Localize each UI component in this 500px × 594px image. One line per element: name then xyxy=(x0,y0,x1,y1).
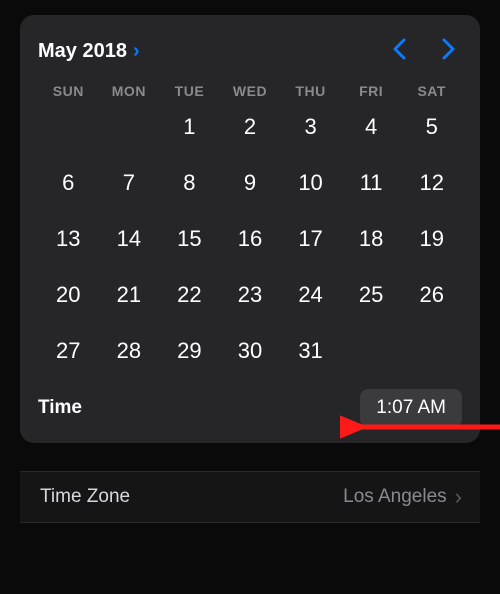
weekday-tue: TUE xyxy=(159,83,220,99)
day-7[interactable]: 7 xyxy=(99,161,160,205)
day-9[interactable]: 9 xyxy=(220,161,281,205)
day-1[interactable]: 1 xyxy=(159,105,220,149)
day-20[interactable]: 20 xyxy=(38,273,99,317)
day-16[interactable]: 16 xyxy=(220,217,281,261)
day-27[interactable]: 27 xyxy=(38,329,99,373)
day-29[interactable]: 29 xyxy=(159,329,220,373)
day-24[interactable]: 24 xyxy=(280,273,341,317)
prev-month-button[interactable] xyxy=(386,37,412,65)
weekday-fri: FRI xyxy=(341,83,402,99)
time-value-button[interactable]: 1:07 AM xyxy=(360,389,462,427)
day-26[interactable]: 26 xyxy=(401,273,462,317)
day-30[interactable]: 30 xyxy=(220,329,281,373)
day-5[interactable]: 5 xyxy=(401,105,462,149)
day-17[interactable]: 17 xyxy=(280,217,341,261)
month-year-label: May 2018 xyxy=(38,40,127,63)
weekday-wed: WED xyxy=(220,83,281,99)
weekday-row: SUNMONTUEWEDTHUFRISAT xyxy=(38,83,462,99)
day-4[interactable]: 4 xyxy=(341,105,402,149)
day-10[interactable]: 10 xyxy=(280,161,341,205)
time-row: Time 1:07 AM xyxy=(38,389,462,427)
day-23[interactable]: 23 xyxy=(220,273,281,317)
chevron-left-icon xyxy=(392,38,406,60)
day-6[interactable]: 6 xyxy=(38,161,99,205)
days-grid: 1234567891011121314151617181920212223242… xyxy=(38,105,462,373)
day-25[interactable]: 25 xyxy=(341,273,402,317)
day-21[interactable]: 21 xyxy=(99,273,160,317)
day-15[interactable]: 15 xyxy=(159,217,220,261)
month-nav xyxy=(386,37,462,65)
weekday-thu: THU xyxy=(280,83,341,99)
month-year-button[interactable]: May 2018 › xyxy=(38,40,140,63)
day-14[interactable]: 14 xyxy=(99,217,160,261)
day-28[interactable]: 28 xyxy=(99,329,160,373)
time-label: Time xyxy=(38,397,82,419)
day-2[interactable]: 2 xyxy=(220,105,281,149)
day-19[interactable]: 19 xyxy=(401,217,462,261)
timezone-row[interactable]: Time Zone Los Angeles › xyxy=(20,471,480,523)
chevron-right-icon: › xyxy=(455,486,462,508)
calendar-header: May 2018 › xyxy=(38,37,462,65)
day-11[interactable]: 11 xyxy=(341,161,402,205)
weekday-sun: SUN xyxy=(38,83,99,99)
timezone-value: Los Angeles xyxy=(343,486,447,508)
weekday-mon: MON xyxy=(99,83,160,99)
day-empty xyxy=(99,105,160,149)
day-13[interactable]: 13 xyxy=(38,217,99,261)
date-time-picker: May 2018 › SUNMONTUEWEDTHUFRISAT 1234567… xyxy=(20,15,480,443)
timezone-label: Time Zone xyxy=(40,486,130,508)
chevron-right-icon xyxy=(442,38,456,60)
day-3[interactable]: 3 xyxy=(280,105,341,149)
next-month-button[interactable] xyxy=(436,37,462,65)
day-31[interactable]: 31 xyxy=(280,329,341,373)
chevron-right-icon: › xyxy=(133,41,140,61)
day-8[interactable]: 8 xyxy=(159,161,220,205)
day-22[interactable]: 22 xyxy=(159,273,220,317)
day-18[interactable]: 18 xyxy=(341,217,402,261)
day-empty xyxy=(38,105,99,149)
weekday-sat: SAT xyxy=(401,83,462,99)
timezone-value-wrap: Los Angeles › xyxy=(343,486,462,508)
day-12[interactable]: 12 xyxy=(401,161,462,205)
